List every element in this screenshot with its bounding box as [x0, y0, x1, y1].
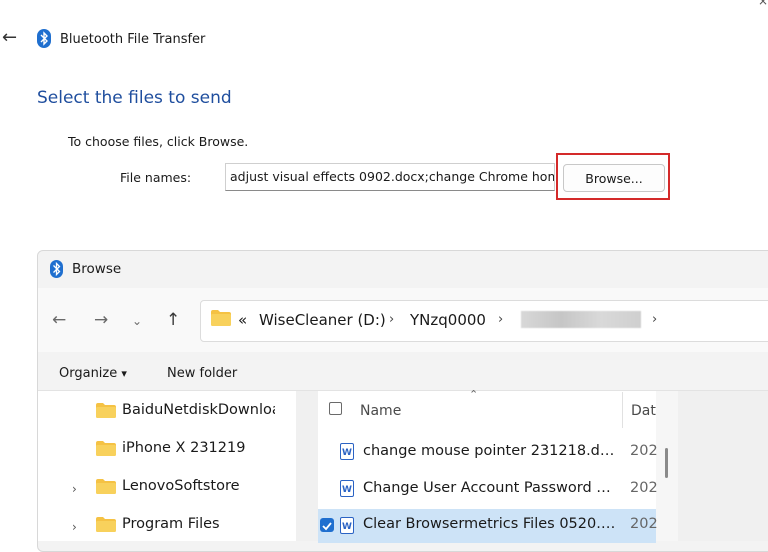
column-header-date[interactable]: Dat [631, 403, 656, 419]
chevron-right-icon[interactable]: › [72, 520, 77, 534]
bluetooth-icon [37, 29, 51, 48]
close-icon[interactable]: × [758, 0, 768, 8]
address-segment-folder[interactable]: YNzq0000 [410, 311, 486, 329]
svg-text:W: W [342, 522, 352, 532]
wizard-title: Bluetooth File Transfer [60, 32, 206, 47]
organize-label: Organize [59, 366, 118, 381]
organize-button[interactable]: Organize ▾ [59, 366, 127, 381]
up-arrow-icon[interactable]: ↑ [166, 310, 180, 330]
instruction-text: To choose files, click Browse. [68, 134, 249, 149]
address-segment-drive[interactable]: WiseCleaner (D:) [259, 311, 386, 329]
column-header-name[interactable]: Name [360, 403, 401, 419]
scrollbar-thumb[interactable] [665, 448, 668, 478]
folder-icon [96, 479, 116, 494]
sort-caret-icon: ⌃ [469, 388, 479, 401]
chevron-down-icon: ▾ [121, 367, 127, 380]
new-folder-button[interactable]: New folder [167, 366, 237, 381]
folder-icon [96, 517, 116, 532]
svg-text:W: W [342, 485, 352, 495]
file-date: 202 [630, 516, 658, 532]
svg-text:W: W [342, 448, 352, 458]
forward-icon[interactable]: → [94, 310, 108, 330]
folder-icon [211, 310, 231, 326]
file-names-input[interactable]: adjust visual effects 0902.docx;change C… [225, 163, 555, 191]
nav-item-lenovosoftstore[interactable]: LenovoSoftstore [122, 478, 240, 494]
file-names-label: File names: [120, 170, 192, 185]
browse-button[interactable]: Browse... [563, 164, 665, 192]
pane-divider[interactable] [296, 391, 318, 541]
address-overflow[interactable]: « [238, 311, 247, 329]
back-icon[interactable]: ← [52, 310, 66, 330]
nav-item-iphone-x[interactable]: iPhone X 231219 [122, 440, 245, 456]
file-name: change mouse pointer 231218.docx [363, 443, 618, 459]
nav-item-baidunetdiskdownload[interactable]: BaiduNetdiskDownload [122, 402, 275, 418]
dialog-toolbar [38, 356, 768, 391]
folder-icon [96, 403, 116, 418]
select-all-checkbox[interactable] [329, 402, 342, 415]
folder-icon [96, 441, 116, 456]
address-separator[interactable]: › [498, 312, 503, 327]
bluetooth-icon [50, 260, 63, 278]
dialog-title: Browse [72, 261, 122, 277]
chevron-down-icon[interactable]: ⌄ [132, 314, 142, 328]
file-date: 202 [630, 443, 658, 459]
address-separator[interactable]: › [652, 312, 657, 327]
file-name: Change User Account Password 0520.docx [363, 480, 618, 496]
dialog-right-edge [678, 391, 768, 541]
file-date: 202 [630, 480, 658, 496]
blurred-address-segment [521, 311, 641, 328]
checkmark-icon [322, 522, 332, 531]
file-name: Clear Browsermetrics Files 0520.docx [363, 516, 618, 532]
checked-checkbox[interactable] [320, 518, 334, 532]
word-document-icon: W [340, 443, 354, 460]
address-separator[interactable]: › [389, 312, 394, 327]
word-document-icon: W [340, 517, 354, 534]
page-heading: Select the files to send [37, 88, 232, 108]
column-separator[interactable] [622, 392, 623, 428]
chevron-right-icon[interactable]: › [72, 482, 77, 496]
back-arrow-icon[interactable]: ← [2, 29, 17, 47]
word-document-icon: W [340, 480, 354, 497]
nav-item-program-files[interactable]: Program Files [122, 516, 220, 532]
